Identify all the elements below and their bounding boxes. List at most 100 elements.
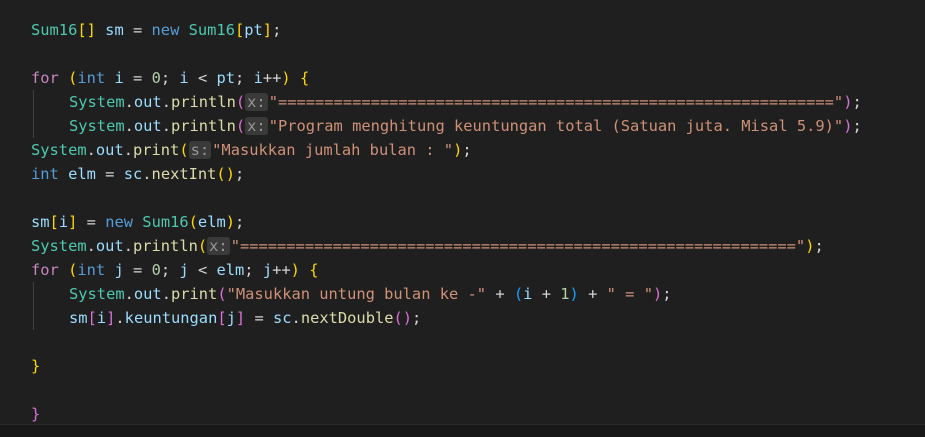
code-token: int	[31, 165, 59, 183]
code-line[interactable]: System.out.println(x: "==================…	[31, 234, 921, 258]
code-editor[interactable]: Sum16[] sm = new Sum16[pt]; for (int i =…	[0, 0, 925, 424]
code-token: [	[87, 309, 97, 327]
code-line[interactable]: Sum16[] sm = new Sum16[pt];	[31, 18, 921, 42]
code-token: new	[105, 213, 134, 231]
code-token: [	[234, 21, 245, 39]
code-token: "=======================================…	[268, 93, 844, 111]
code-token: .	[86, 237, 96, 255]
code-line[interactable]	[31, 330, 921, 354]
code-token: nextDouble	[300, 309, 394, 327]
code-line[interactable]: for (int i = 0; i < pt; i++) {	[31, 66, 921, 90]
code-token: keuntungan	[124, 309, 218, 327]
code-line[interactable]	[31, 42, 921, 66]
code-token: System	[31, 141, 87, 159]
code-token: out	[133, 117, 162, 135]
code-token: ]	[262, 21, 273, 39]
code-token: <	[188, 69, 217, 87]
code-token: .	[291, 309, 301, 327]
code-token: (	[235, 117, 246, 135]
code-token: println	[132, 237, 198, 255]
code-line[interactable]: }	[31, 354, 921, 378]
code-token: <	[188, 261, 217, 279]
code-line[interactable]: int elm = sc.nextInt();	[31, 162, 921, 186]
code-token: Sum16	[31, 21, 78, 39]
code-token: [	[217, 309, 227, 327]
code-token: =	[77, 213, 106, 231]
code-token: pt	[244, 21, 263, 39]
code-token: System	[31, 237, 87, 255]
code-line[interactable]	[31, 186, 921, 210]
code-line[interactable]: System.out.print("Masukkan untung bulan …	[31, 282, 921, 306]
code-token: ()	[216, 165, 235, 183]
code-token: System	[69, 285, 125, 303]
code-token: .	[86, 141, 96, 159]
code-token: elm	[216, 261, 245, 279]
code-token: Sum16	[188, 21, 235, 39]
code-token: .	[123, 141, 133, 159]
code-line[interactable]	[31, 378, 921, 402]
code-token: (	[68, 261, 78, 279]
code-line[interactable]: for (int j = 0; j < elm; j++) {	[31, 258, 921, 282]
code-token: ;	[412, 309, 422, 327]
code-token: .	[142, 165, 152, 183]
code-token: 1	[560, 285, 570, 303]
code-token: ++	[262, 69, 282, 87]
code-line[interactable]: System.out.println(x: "==================…	[31, 90, 921, 114]
code-token: ;	[235, 213, 245, 231]
code-token: ]	[106, 309, 116, 327]
code-token: sm	[105, 21, 124, 39]
horizontal-scrollbar-track[interactable]	[0, 424, 925, 437]
code-token: "Masukkan untung bulan ke -"	[226, 285, 487, 303]
code-line[interactable]: System.out.print(s: "Masukkan jumlah bula…	[31, 138, 921, 162]
code-token: "=======================================…	[230, 237, 806, 255]
code-token: +	[578, 285, 607, 303]
code-token: System	[69, 93, 125, 111]
code-token: (	[197, 237, 208, 255]
inlay-parameter-hint: x:	[207, 237, 230, 255]
code-token: sm	[31, 213, 50, 231]
code-line[interactable]: sm[i].keuntungan[j] = sc.nextDouble();	[31, 306, 921, 330]
code-token: int	[77, 261, 106, 279]
code-token: (	[188, 213, 198, 231]
code-token: +	[532, 285, 561, 303]
code-token: i	[96, 309, 107, 327]
code-token: elm	[68, 165, 96, 183]
code-token: (	[179, 141, 189, 159]
code-area[interactable]: Sum16[] sm = new Sum16[pt]; for (int i =…	[31, 18, 921, 426]
code-token: 0	[151, 261, 161, 279]
code-token: ;	[662, 285, 672, 303]
code-token: ;	[160, 261, 180, 279]
code-token: =	[245, 309, 273, 327]
code-token: .	[124, 285, 134, 303]
code-token: pt	[216, 69, 236, 87]
code-token: j	[262, 261, 273, 279]
code-line[interactable]: }	[31, 402, 921, 426]
code-token: {	[299, 69, 310, 87]
code-token: ;	[272, 21, 282, 39]
code-token: new	[151, 21, 180, 39]
code-line[interactable]: sm[i] = new Sum16(elm);	[31, 210, 921, 234]
code-line[interactable]: System.out.println(x: "Program menghitung…	[31, 114, 921, 138]
code-token: .	[124, 93, 134, 111]
code-token: sm	[69, 309, 88, 327]
indent-guide	[31, 306, 69, 330]
code-token: ;	[244, 261, 263, 279]
code-token: print	[132, 141, 180, 159]
code-token: " = "	[606, 285, 653, 303]
code-token: i	[58, 213, 69, 231]
code-token: int	[77, 69, 106, 87]
code-token: i	[114, 69, 124, 87]
code-token: (	[217, 285, 227, 303]
code-token: )	[652, 285, 663, 303]
code-token: .	[161, 93, 171, 111]
code-token: }	[31, 357, 41, 375]
code-token: j	[226, 309, 236, 327]
inlay-parameter-hint: s:	[188, 141, 212, 159]
code-token: System	[69, 117, 125, 135]
code-token: (	[513, 285, 524, 303]
code-token: nextInt	[151, 165, 217, 183]
